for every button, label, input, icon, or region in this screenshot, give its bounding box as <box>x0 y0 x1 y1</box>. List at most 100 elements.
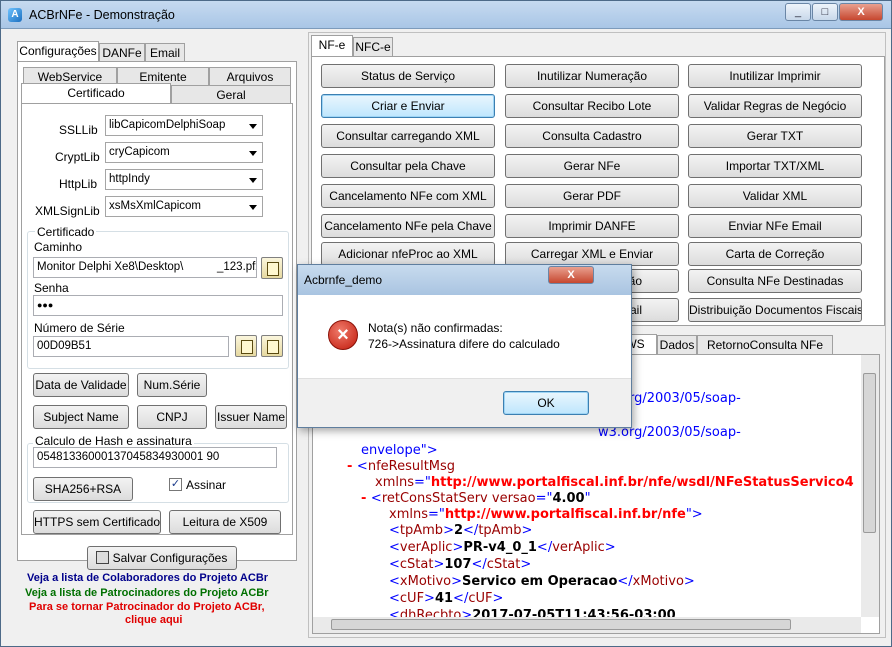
chevron-down-icon <box>249 151 257 156</box>
caminho-label: Caminho <box>34 240 83 254</box>
action-button[interactable]: Inutilizar Numeração <box>505 64 679 88</box>
tab-certificado[interactable]: Certificado <box>21 83 171 105</box>
xml-cstat: 107 <box>444 557 472 572</box>
chevron-down-icon <box>249 178 257 183</box>
sha256-rsa-button[interactable]: SHA256+RSA <box>33 477 133 501</box>
crypt-value: cryCapicom <box>109 146 170 158</box>
tornar-patrocinador-link[interactable]: Para se tornar Patrocinador do Projeto A… <box>29 601 265 613</box>
error-icon: × <box>328 320 358 350</box>
action-button[interactable]: Importar TXT/XML <box>688 154 862 178</box>
dialog-close-button[interactable]: X <box>548 266 594 284</box>
xml-retconsstatserv: retConsStatServ <box>381 491 488 506</box>
left-panel: Configurações DANFe Email WebService Emi… <box>13 41 299 639</box>
vertical-scrollbar[interactable] <box>861 355 879 617</box>
salvar-label: Salvar Configurações <box>112 551 228 565</box>
senha-input[interactable]: ●●● <box>33 295 283 316</box>
action-button[interactable]: Inutilizar Imprimir <box>688 64 862 88</box>
hscroll-thumb[interactable] <box>331 619 791 630</box>
action-button[interactable]: Consultar Recibo Lote <box>505 94 679 118</box>
action-button[interactable]: Criar e Enviar <box>321 94 495 118</box>
horizontal-scrollbar[interactable] <box>313 617 861 633</box>
tab-geral[interactable]: Geral <box>171 85 291 105</box>
ssl-select[interactable]: libCapicomDelphiSoap <box>105 115 263 136</box>
action-button[interactable]: Cancelamento NFe pela Chave <box>321 214 495 238</box>
chevron-down-icon <box>249 205 257 210</box>
view-cert-icon[interactable] <box>261 335 283 357</box>
tab-email[interactable]: Email <box>145 43 185 63</box>
scroll-thumb[interactable] <box>863 373 876 533</box>
maximize-button[interactable]: □ <box>812 3 838 21</box>
tab-danfe[interactable]: DANFe <box>99 43 145 63</box>
xml-envelope: envelope <box>361 443 421 458</box>
salvar-configuracoes-button[interactable]: Salvar Configurações <box>87 546 237 570</box>
dialog-message-line1: Nota(s) não confirmadas: <box>368 321 503 335</box>
action-button[interactable]: Consulta NFe Destinadas <box>688 269 862 293</box>
http-select[interactable]: httpIndy <box>105 169 263 190</box>
cnpj-button[interactable]: CNPJ <box>137 405 207 429</box>
action-button[interactable]: Adicionar nfeProc ao XML <box>321 242 495 266</box>
serial-input[interactable]: 00D09B51 <box>33 336 229 357</box>
error-dialog: Acbrnfe_demo X × Nota(s) não confirmadas… <box>297 264 632 428</box>
action-button[interactable]: Consulta Cadastro <box>505 124 679 148</box>
crypt-label: CryptLib <box>55 150 100 164</box>
patrocinadores-link[interactable]: Veja a lista de Patrocinadores do Projet… <box>25 587 269 599</box>
save-icon <box>96 551 109 564</box>
issuer-name-button[interactable]: Issuer Name <box>215 405 287 429</box>
window-title: ACBrNFe - Demonstração <box>29 8 175 22</box>
action-button[interactable]: Enviar NFe Email <box>688 214 862 238</box>
xml-nferesultmsg: nfeResultMsg <box>367 459 456 474</box>
http-label: HttpLib <box>59 177 98 191</box>
clique-aqui-link[interactable]: clique aqui <box>125 614 182 626</box>
xmlsign-value: xsMsXmlCapicom <box>109 200 202 212</box>
crypt-select[interactable]: cryCapicom <box>105 142 263 163</box>
action-button[interactable]: Status de Serviço <box>321 64 495 88</box>
https-sem-certificado-button[interactable]: HTTPS sem Certificado <box>33 510 161 534</box>
num-serie-button[interactable]: Num.Série <box>137 373 207 397</box>
xml-veraplic: PR-v4_0_1 <box>463 540 537 555</box>
certificado-group-label: Certificado <box>35 225 97 239</box>
action-button[interactable]: Cancelamento NFe com XML <box>321 184 495 208</box>
tab-retorno-consulta[interactable]: RetornoConsulta NFe 2.01 <box>697 335 833 370</box>
tab-nfe[interactable]: NF-e <box>311 35 353 57</box>
tab-arquivos[interactable]: Arquivos <box>209 67 291 87</box>
xmlsign-select[interactable]: xsMsXmlCapicom <box>105 196 263 217</box>
subject-name-button[interactable]: Subject Name <box>33 405 129 429</box>
action-button[interactable]: Imprimir DANFE <box>505 214 679 238</box>
caminho-suffix: _123.pfx <box>217 261 257 273</box>
action-button[interactable]: Carregar XML e Enviar <box>505 242 679 266</box>
xml-attr-xmlns-value: http://www.portalfiscal.inf.br/nfe/wsdl/… <box>430 475 854 490</box>
ok-button[interactable]: OK <box>503 391 589 415</box>
action-button[interactable]: Validar XML <box>688 184 862 208</box>
action-button[interactable]: Consultar pela Chave <box>321 154 495 178</box>
action-button[interactable]: Gerar NFe <box>505 154 679 178</box>
close-button[interactable]: X <box>839 3 883 21</box>
colaboradores-link[interactable]: Veja a lista de Colaboradores do Projeto… <box>27 572 268 584</box>
data-validade-button[interactable]: Data de Validade <box>33 373 129 397</box>
ssl-value: libCapicomDelphiSoap <box>109 119 226 131</box>
action-button[interactable]: Carta de Correção <box>688 242 862 266</box>
xml-attr-xmlns: xmlns <box>375 475 414 490</box>
action-button[interactable]: Gerar TXT <box>688 124 862 148</box>
tab-configuracoes[interactable]: Configurações <box>17 41 99 63</box>
action-button[interactable]: Consultar carregando XML <box>321 124 495 148</box>
caminho-input[interactable]: Monitor Delphi Xe8\Desktop\ _123.pfx <box>33 257 257 278</box>
action-button[interactable]: Gerar PDF <box>505 184 679 208</box>
senha-label: Senha <box>34 281 69 295</box>
caminho-value: Monitor Delphi Xe8\Desktop\ <box>37 261 184 273</box>
dialog-title-bar: Acbrnfe_demo X <box>298 265 631 295</box>
assinar-checkbox[interactable]: ✓ <box>169 478 182 491</box>
hash-input[interactable]: 05481336000137045834930001 90 <box>33 447 277 468</box>
leitura-x509-button[interactable]: Leitura de X509 <box>169 510 281 534</box>
select-cert-icon[interactable] <box>235 335 257 357</box>
browse-file-icon[interactable] <box>261 257 283 279</box>
tab-dados[interactable]: Dados <box>657 335 697 355</box>
action-button[interactable]: Distribuição Documentos Fiscais <box>688 298 862 322</box>
xml-tpamb: 2 <box>453 523 464 538</box>
xml-attr-versao: versao <box>491 491 536 506</box>
tab-nfce[interactable]: NFC-e <box>353 37 393 57</box>
minimize-button[interactable]: _ <box>785 3 811 21</box>
xmlsign-label: XMLSignLib <box>35 204 100 218</box>
xml-versao-value: 4.00 <box>552 491 585 506</box>
action-button[interactable]: Validar Regras de Negócio <box>688 94 862 118</box>
xml-xmlns-value-2: http://www.portalfiscal.inf.br/nfe <box>444 507 686 522</box>
